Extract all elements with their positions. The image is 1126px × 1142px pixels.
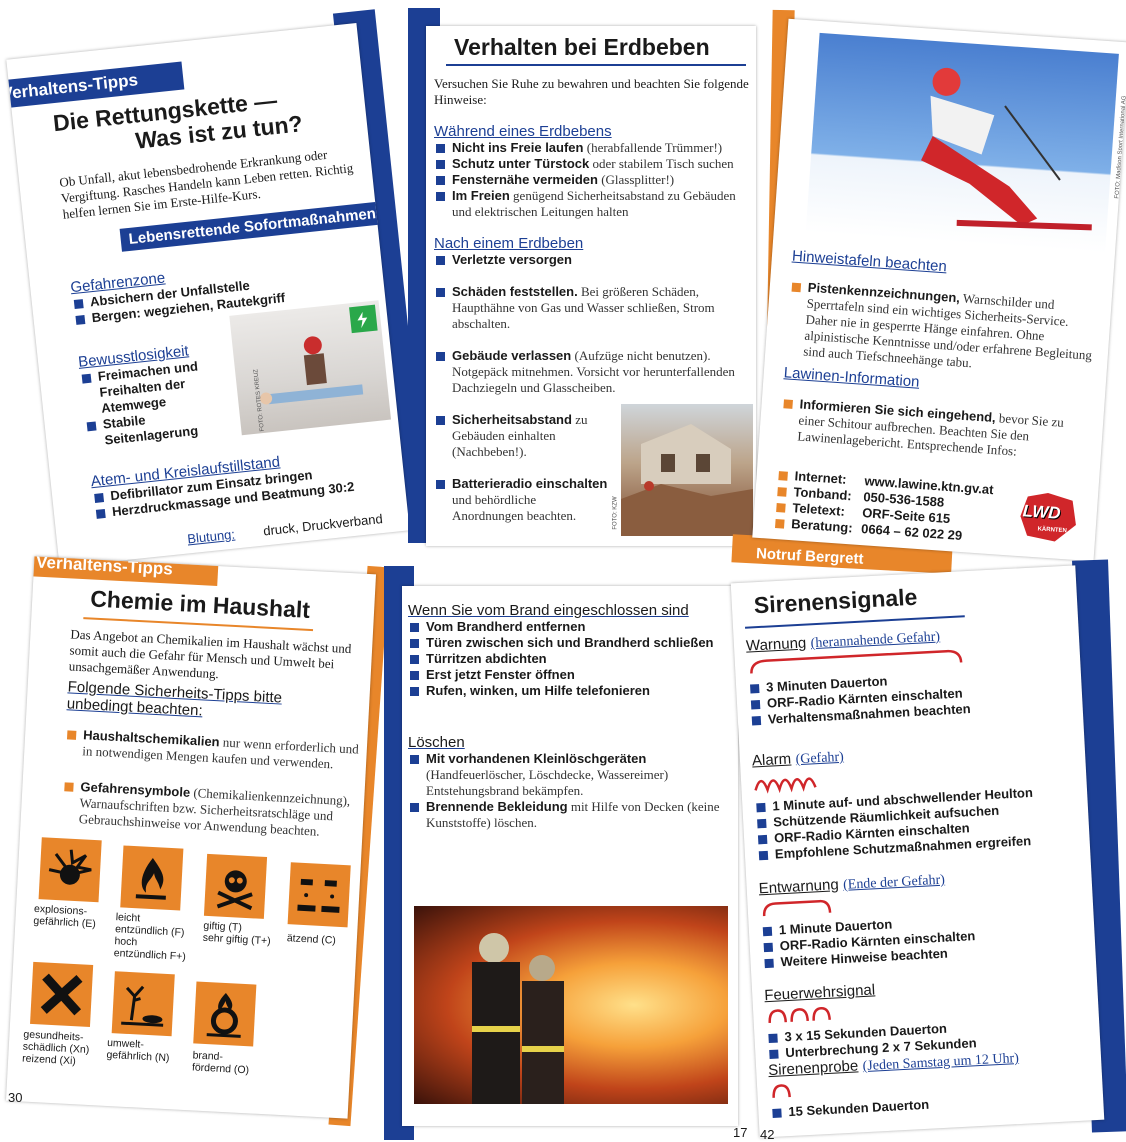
photo-credit: FOTO: Madison Sport International AG [1114,95,1126,199]
card-brand: Wenn Sie vom Brand eingeschlossen sind V… [402,586,738,1126]
section-waehrend: Während eines Erdbebens Nicht ins Freie … [434,123,754,220]
card-sirenen: Sirenensignale Warnung (herannahende Gef… [730,565,1105,1138]
cpr-photo: FOTO: ROTES KREUZ [229,300,392,436]
entwarnung-signal-icon [762,899,832,917]
ski-photo: FOTO: Madison Sport International AG [805,32,1126,254]
tip1: Haushaltschemikalien nur wenn erforderli… [64,726,365,774]
probe-signal-icon [772,1084,791,1098]
section-lawinen-info: Lawinen-Information Informieren Sie sich… [779,364,1094,464]
card-lawine: FOTO: Madison Sport International AG Hin… [752,18,1126,562]
section-alarm: Alarm (Gefahr) 1 Minute auf- und abschwe… [752,736,1077,864]
section-entwarnung: Entwarnung (Ende der Gefahr) 1 Minute Da… [758,864,1082,972]
earthquake-photo: FOTO: KZW [613,404,753,536]
intro-text: Versuchen Sie Ruhe zu bewahren und beach… [434,76,749,107]
photo-credit: FOTO: EGGENBERGER [404,1007,411,1075]
section-nach: Nach einem Erdbeben Verletzte versorgen … [434,235,754,396]
flammable-icon [120,845,184,911]
card-erdbeben: Verhalten bei Erdbeben Versuchen Sie Ruh… [426,26,756,546]
tip2: Gefahrensymbole (Chemikalienkennzeichnun… [60,778,362,842]
partial-blutung: Blutung: druck, Druckverband [186,511,384,547]
page-number-17: 17 [733,1125,748,1140]
section-nach-cont: Sicherheitsabstand zu Gebäuden einhalten… [434,412,609,524]
fire-photo: FOTO: EGGENBERGER [404,906,728,1104]
title-rule [446,64,746,66]
alarm-signal-icon [754,777,817,794]
card-rettungskette: Verhaltens-Tipps Die Rettungskette — Was… [6,22,410,568]
toxic-icon [203,853,268,919]
explosive-icon [38,837,102,903]
section-atem: Atem- und Kreislaufstillstand Defibrilla… [90,441,403,522]
page-number-30: 30 [8,1090,23,1105]
oxidizing-icon [193,981,257,1047]
section-eingeschlossen: Wenn Sie vom Brand eingeschlossen sind V… [408,602,728,699]
lwd-logo: LWD KÄRNTEN [1015,491,1082,545]
section-warnung: Warnung (herannahende Gefahr) 3 Minuten … [746,621,1070,729]
section-bewusstlosigkeit: Bewusstlosigkeit Freimachen und Freihalt… [77,338,236,450]
card-title: Chemie im Haushalt [89,585,311,623]
harmful-icon [30,961,94,1027]
card-title: Verhalten bei Erdbeben [454,34,710,60]
corrosive-icon [287,862,351,928]
section-title: Folgende Sicherheits-Tipps bitte unbedin… [66,678,283,720]
info-list: Internet: www.lawine.ktn.gv.at Tonband: 05… [773,467,1007,547]
section-hinweistafeln: Hinweistafeln beachten Pistenkennzeichnu… [785,248,1102,380]
photo-credit: FOTO: KZW [612,496,619,530]
environment-icon [111,971,175,1037]
section-loeschen: Löschen Mit vorhandenen Kleinlöschgeräte… [408,734,728,831]
feuerwehr-signal-icon [768,1007,831,1024]
category-tag: Verhaltens-Tipps [23,556,219,587]
card-chemie: Verhaltens-Tipps Chemie im Haushalt Das … [5,556,377,1119]
card-title: Sirenensignale [753,583,918,619]
